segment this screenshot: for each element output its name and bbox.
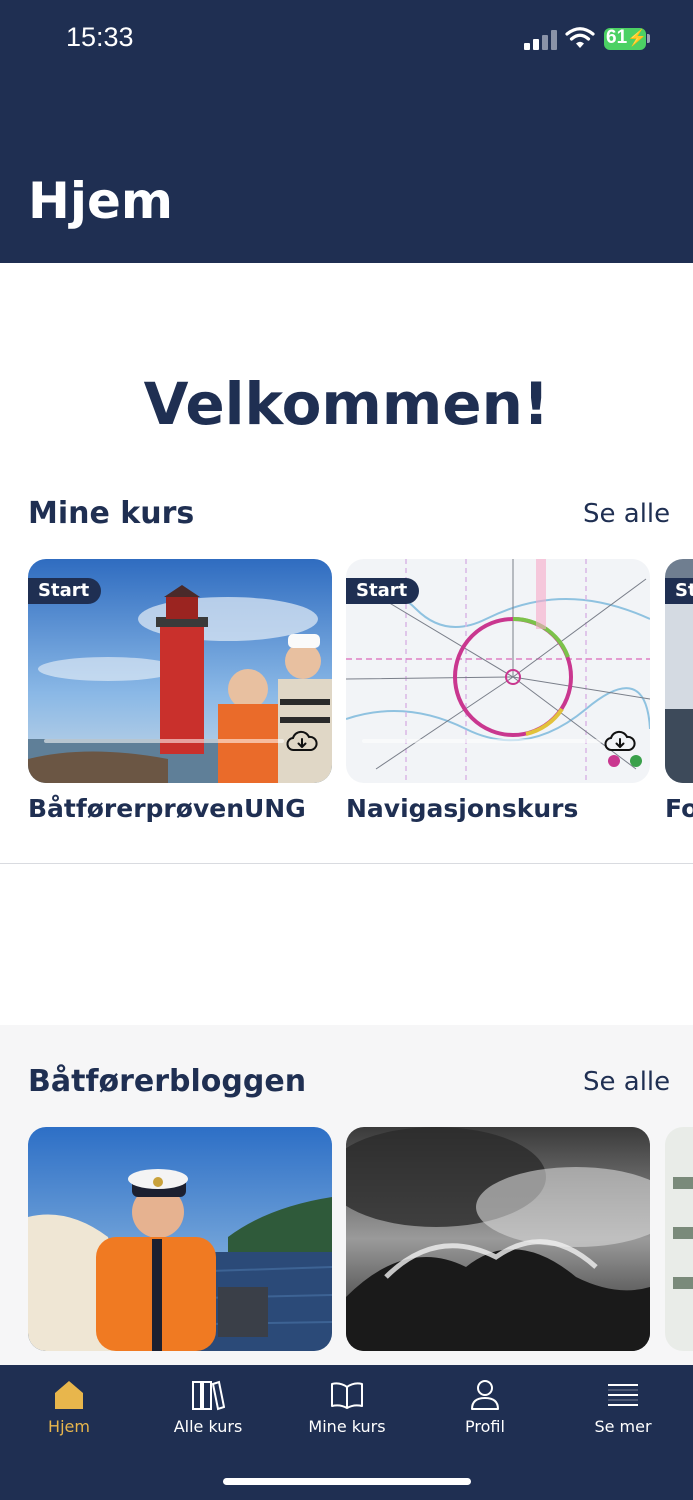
app-header: 15:33 61⚡ Hjem: [0, 0, 693, 263]
blog-image-partial: [665, 1127, 693, 1351]
tab-my-courses[interactable]: Mine kurs: [287, 1379, 407, 1436]
cellular-signal-icon: [524, 30, 557, 50]
home-indicator[interactable]: [223, 1478, 471, 1485]
start-chip: Start: [346, 578, 420, 604]
start-chip: Start: [28, 578, 102, 604]
course-card-batforer[interactable]: Start: [28, 559, 332, 783]
course-progress-bar: [44, 739, 284, 743]
status-time: 15:33: [66, 22, 134, 52]
blog-card-partial[interactable]: [665, 1127, 693, 1351]
course-title[interactable]: Fo: [665, 794, 693, 823]
open-book-icon: [331, 1382, 363, 1409]
course-progress-bar: [362, 739, 602, 743]
menu-icon: [608, 1384, 638, 1406]
cloud-download-icon[interactable]: [604, 729, 636, 755]
tab-label: Mine kurs: [308, 1417, 386, 1436]
person-icon: [471, 1380, 499, 1410]
course-title[interactable]: BåtførerprøvenUNG: [28, 794, 306, 823]
books-icon: [192, 1380, 225, 1411]
wifi-icon: [565, 27, 595, 48]
my-courses-see-all-link[interactable]: Se alle: [583, 499, 670, 529]
battery-cap: [647, 34, 650, 43]
blog-image-captain-boat: [28, 1127, 332, 1351]
battery-percent: 61: [606, 27, 628, 48]
tab-label: Hjem: [48, 1417, 90, 1436]
my-courses-title: Mine kurs: [28, 496, 195, 531]
house-icon: [55, 1381, 83, 1409]
tab-more[interactable]: Se mer: [563, 1379, 683, 1436]
course-title[interactable]: Navigasjonskurs: [346, 794, 578, 823]
tab-profile[interactable]: Profil: [425, 1379, 545, 1436]
page-title: Hjem: [28, 172, 173, 230]
blog-card-captain[interactable]: [28, 1127, 332, 1351]
blog-image-stormy-wave: [346, 1127, 650, 1351]
blog-title: Båtførerbloggen: [28, 1064, 307, 1099]
battery-level: 61⚡: [606, 27, 647, 49]
charging-bolt: ⚡: [627, 30, 648, 47]
blog-see-all-link[interactable]: Se alle: [583, 1067, 670, 1097]
tab-label: Se mer: [594, 1417, 652, 1436]
blog-card-wave[interactable]: [346, 1127, 650, 1351]
tab-label: Alle kurs: [173, 1417, 243, 1436]
cloud-download-icon[interactable]: [286, 729, 318, 755]
section-divider: [0, 863, 693, 864]
tab-label: Profil: [465, 1417, 505, 1436]
course-card-partial[interactable]: Start: [665, 559, 693, 783]
welcome-heading: Velkommen!: [143, 370, 550, 438]
course-card-navigasjon[interactable]: Start: [346, 559, 650, 783]
start-chip: Start: [665, 578, 693, 604]
tab-home[interactable]: Hjem: [9, 1379, 129, 1436]
tab-all-courses[interactable]: Alle kurs: [148, 1379, 268, 1436]
